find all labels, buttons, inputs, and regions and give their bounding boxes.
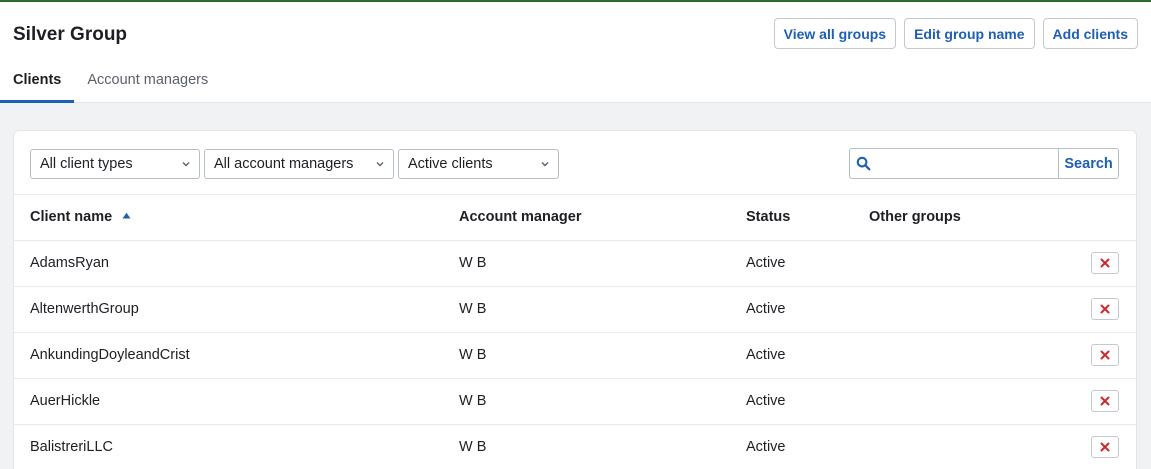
other-groups-cell xyxy=(869,378,1076,425)
view-all-groups-button[interactable]: View all groups xyxy=(773,18,897,49)
sort-ascending-icon xyxy=(122,213,131,219)
clients-table: Client name Account manager Status Other… xyxy=(14,195,1136,469)
table-row: AltenwerthGroup W B Active xyxy=(14,286,1136,333)
close-icon xyxy=(1100,258,1110,268)
remove-client-button[interactable] xyxy=(1091,298,1119,320)
chevron-down-icon xyxy=(376,162,384,167)
client-name-cell[interactable]: AltenwerthGroup xyxy=(14,286,459,333)
column-header-label: Client name xyxy=(30,209,113,226)
account-manager-select[interactable]: All account managers xyxy=(204,149,394,179)
header-actions: View all groups Edit group name Add clie… xyxy=(773,18,1138,49)
remove-client-button[interactable] xyxy=(1091,344,1119,366)
close-icon xyxy=(1100,442,1110,452)
account-manager-cell: W B xyxy=(459,240,746,287)
status-cell: Active xyxy=(746,286,869,333)
table-header-row: Client name Account manager Status Other… xyxy=(14,195,1136,241)
search-button[interactable]: Search xyxy=(1058,149,1118,178)
client-name-cell[interactable]: AnkundingDoyleandCrist xyxy=(14,332,459,379)
column-header-client-name[interactable]: Client name xyxy=(14,195,459,241)
chevron-down-icon xyxy=(541,162,549,167)
status-cell: Active xyxy=(746,240,869,287)
client-status-select[interactable]: Active clients xyxy=(398,149,559,179)
filter-bar: All client types All account managers Ac… xyxy=(14,131,1136,195)
remove-client-button[interactable] xyxy=(1091,252,1119,274)
edit-group-name-button[interactable]: Edit group name xyxy=(904,18,1035,49)
status-cell: Active xyxy=(746,424,869,469)
column-header-account-manager[interactable]: Account manager xyxy=(459,195,746,241)
account-manager-cell: W B xyxy=(459,286,746,333)
close-icon xyxy=(1100,350,1110,360)
tab-bar: Clients Account managers xyxy=(0,72,221,103)
status-cell: Active xyxy=(746,332,869,379)
search-icon xyxy=(850,149,877,178)
client-status-select-value: Active clients xyxy=(408,156,493,172)
add-clients-button[interactable]: Add clients xyxy=(1042,18,1138,49)
table-row: BalistreriLLC W B Active xyxy=(14,424,1136,469)
account-manager-cell: W B xyxy=(459,332,746,379)
client-name-cell[interactable]: BalistreriLLC xyxy=(14,424,459,469)
client-name-cell[interactable]: AdamsRyan xyxy=(14,240,459,287)
row-actions-cell xyxy=(1076,240,1136,287)
page-title: Silver Group xyxy=(13,24,128,45)
table-row: AuerHickle W B Active xyxy=(14,378,1136,425)
row-actions-cell xyxy=(1076,378,1136,425)
other-groups-cell xyxy=(869,332,1076,379)
column-header-other-groups: Other groups xyxy=(869,195,1076,241)
column-header-actions xyxy=(1076,195,1136,241)
other-groups-cell xyxy=(869,286,1076,333)
account-manager-select-value: All account managers xyxy=(214,156,354,172)
client-type-select[interactable]: All client types xyxy=(30,149,200,179)
chevron-down-icon xyxy=(182,162,190,167)
remove-client-button[interactable] xyxy=(1091,390,1119,412)
search-input[interactable] xyxy=(877,149,1059,178)
tab-account-managers[interactable]: Account managers xyxy=(74,72,221,103)
client-name-cell[interactable]: AuerHickle xyxy=(14,378,459,425)
other-groups-cell xyxy=(869,240,1076,287)
tab-clients[interactable]: Clients xyxy=(0,72,75,103)
column-header-status[interactable]: Status xyxy=(746,195,869,241)
account-manager-cell: W B xyxy=(459,378,746,425)
client-type-select-value: All client types xyxy=(40,156,133,172)
remove-client-button[interactable] xyxy=(1091,436,1119,458)
search-box: Search xyxy=(849,148,1119,179)
account-manager-cell: W B xyxy=(459,424,746,469)
other-groups-cell xyxy=(869,424,1076,469)
page-header: Silver Group View all groups Edit group … xyxy=(0,2,1151,103)
close-icon xyxy=(1100,304,1110,314)
close-icon xyxy=(1100,396,1110,406)
row-actions-cell xyxy=(1076,286,1136,333)
clients-panel: All client types All account managers Ac… xyxy=(13,130,1137,469)
row-actions-cell xyxy=(1076,424,1136,469)
status-cell: Active xyxy=(746,378,869,425)
table-row: AnkundingDoyleandCrist W B Active xyxy=(14,332,1136,379)
row-actions-cell xyxy=(1076,332,1136,379)
table-row: AdamsRyan W B Active xyxy=(14,240,1136,287)
